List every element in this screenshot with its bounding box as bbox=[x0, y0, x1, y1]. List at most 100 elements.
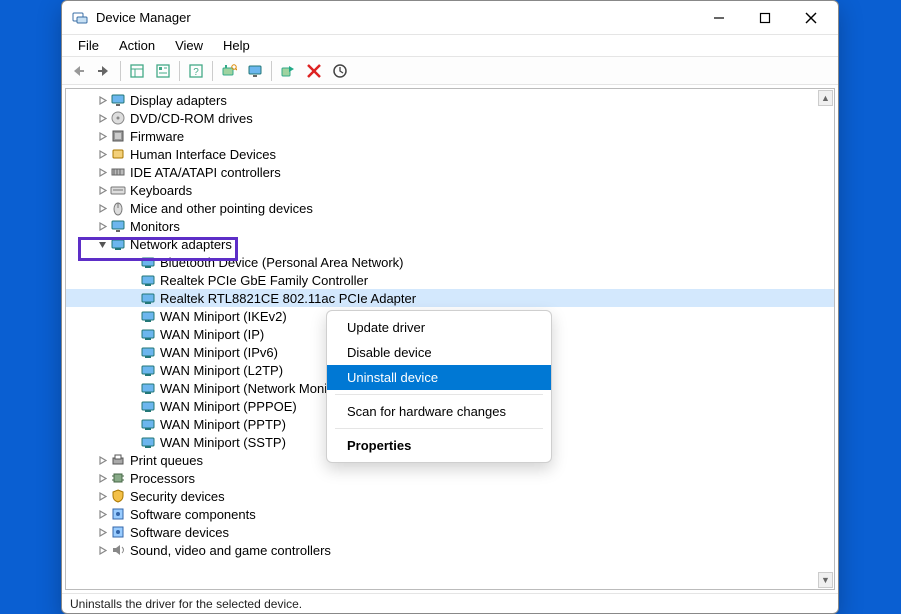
expand-icon bbox=[126, 292, 138, 304]
tree-item-net-0[interactable]: Bluetooth Device (Personal Area Network) bbox=[66, 253, 834, 271]
tree-item-label: Display adapters bbox=[130, 93, 227, 108]
tree-item-top-3[interactable]: Human Interface Devices bbox=[66, 145, 834, 163]
expand-icon bbox=[126, 346, 138, 358]
toolbar-separator bbox=[271, 61, 272, 81]
expand-icon[interactable] bbox=[96, 508, 108, 520]
properties-button[interactable] bbox=[151, 60, 175, 82]
toolbar-separator bbox=[179, 61, 180, 81]
tree-item-label: Human Interface Devices bbox=[130, 147, 276, 162]
show-hide-button[interactable] bbox=[125, 60, 149, 82]
tree-item-label: WAN Miniport (PPPOE) bbox=[160, 399, 297, 414]
expand-icon[interactable] bbox=[96, 220, 108, 232]
tree-item-top-5[interactable]: Keyboards bbox=[66, 181, 834, 199]
tree-item-net-2[interactable]: Realtek RTL8821CE 802.11ac PCIe Adapter bbox=[66, 289, 834, 307]
tree-item-bot-4[interactable]: Software devices bbox=[66, 523, 834, 541]
tree-item-label: WAN Miniport (IPv6) bbox=[160, 345, 278, 360]
net-icon bbox=[140, 308, 156, 324]
minimize-button[interactable] bbox=[696, 3, 742, 33]
expand-icon bbox=[126, 436, 138, 448]
context-menu-item[interactable]: Uninstall device bbox=[327, 365, 551, 390]
expand-icon[interactable] bbox=[96, 454, 108, 466]
tree-item-label: DVD/CD-ROM drives bbox=[130, 111, 253, 126]
tree-item-label: Print queues bbox=[130, 453, 203, 468]
tree-item-label: Security devices bbox=[130, 489, 225, 504]
tree-item-label: Sound, video and game controllers bbox=[130, 543, 331, 558]
expand-icon[interactable] bbox=[96, 184, 108, 196]
menu-file[interactable]: File bbox=[70, 37, 107, 54]
help-button[interactable]: ? bbox=[184, 60, 208, 82]
expand-icon[interactable] bbox=[96, 202, 108, 214]
tree-item-top-1[interactable]: DVD/CD-ROM drives bbox=[66, 109, 834, 127]
keyboard-icon bbox=[110, 182, 126, 198]
tree-item-network-adapters[interactable]: Network adapters bbox=[66, 235, 834, 253]
back-button[interactable] bbox=[66, 60, 90, 82]
menu-action[interactable]: Action bbox=[111, 37, 163, 54]
net-icon bbox=[140, 326, 156, 342]
expand-icon[interactable] bbox=[96, 148, 108, 160]
context-menu-separator bbox=[335, 428, 543, 429]
window-buttons bbox=[696, 3, 834, 33]
expand-icon[interactable] bbox=[96, 112, 108, 124]
expand-icon[interactable] bbox=[96, 130, 108, 142]
menu-view[interactable]: View bbox=[167, 37, 211, 54]
maximize-button[interactable] bbox=[742, 3, 788, 33]
close-button[interactable] bbox=[788, 3, 834, 33]
tree-item-top-0[interactable]: Display adapters bbox=[66, 91, 834, 109]
print-icon bbox=[110, 452, 126, 468]
uninstall-button[interactable] bbox=[302, 60, 326, 82]
tree-item-top-6[interactable]: Mice and other pointing devices bbox=[66, 199, 834, 217]
tree-item-bot-3[interactable]: Software components bbox=[66, 505, 834, 523]
expand-icon[interactable] bbox=[96, 472, 108, 484]
context-menu: Update driverDisable deviceUninstall dev… bbox=[326, 310, 552, 463]
titlebar: Device Manager bbox=[62, 1, 838, 35]
context-menu-item[interactable]: Properties bbox=[327, 433, 551, 458]
tree-item-net-1[interactable]: Realtek PCIe GbE Family Controller bbox=[66, 271, 834, 289]
status-text: Uninstalls the driver for the selected d… bbox=[70, 597, 302, 611]
expand-icon[interactable] bbox=[96, 166, 108, 178]
net-icon bbox=[140, 434, 156, 450]
tree-item-top-7[interactable]: Monitors bbox=[66, 217, 834, 235]
tree-item-label: WAN Miniport (SSTP) bbox=[160, 435, 286, 450]
tree-item-bot-5[interactable]: Sound, video and game controllers bbox=[66, 541, 834, 559]
update-button[interactable] bbox=[328, 60, 352, 82]
tree-item-bot-2[interactable]: Security devices bbox=[66, 487, 834, 505]
tree-item-top-4[interactable]: IDE ATA/ATAPI controllers bbox=[66, 163, 834, 181]
app-icon bbox=[72, 10, 88, 26]
status-bar: Uninstalls the driver for the selected d… bbox=[62, 593, 838, 613]
monitor-icon bbox=[110, 92, 126, 108]
scroll-down-button[interactable]: ▼ bbox=[818, 572, 833, 588]
soft-icon bbox=[110, 506, 126, 522]
context-menu-item[interactable]: Update driver bbox=[327, 315, 551, 340]
scroll-up-button[interactable]: ▲ bbox=[818, 90, 833, 106]
menu-help[interactable]: Help bbox=[215, 37, 258, 54]
tree-item-label: WAN Miniport (PPTP) bbox=[160, 417, 286, 432]
tree-item-bot-1[interactable]: Processors bbox=[66, 469, 834, 487]
enable-button[interactable] bbox=[276, 60, 300, 82]
expand-icon bbox=[126, 328, 138, 340]
net-icon bbox=[140, 416, 156, 432]
cpu-icon bbox=[110, 470, 126, 486]
expand-icon[interactable] bbox=[96, 490, 108, 502]
context-menu-item[interactable]: Scan for hardware changes bbox=[327, 399, 551, 424]
soft-icon bbox=[110, 524, 126, 540]
monitor-button[interactable] bbox=[243, 60, 267, 82]
expand-icon bbox=[126, 382, 138, 394]
tree-item-label: Keyboards bbox=[130, 183, 192, 198]
tree-item-label: Firmware bbox=[130, 129, 184, 144]
scan-button[interactable] bbox=[217, 60, 241, 82]
svg-text:?: ? bbox=[193, 67, 199, 78]
expand-icon[interactable] bbox=[96, 94, 108, 106]
ide-icon bbox=[110, 164, 126, 180]
tree-item-label: WAN Miniport (L2TP) bbox=[160, 363, 283, 378]
expand-icon[interactable] bbox=[96, 544, 108, 556]
expand-icon[interactable] bbox=[96, 238, 108, 250]
expand-icon[interactable] bbox=[96, 526, 108, 538]
forward-button[interactable] bbox=[92, 60, 116, 82]
tree-item-top-2[interactable]: Firmware bbox=[66, 127, 834, 145]
net-icon bbox=[140, 290, 156, 306]
context-menu-item[interactable]: Disable device bbox=[327, 340, 551, 365]
net-icon bbox=[140, 344, 156, 360]
firmware-icon bbox=[110, 128, 126, 144]
context-menu-separator bbox=[335, 394, 543, 395]
tree-item-label: IDE ATA/ATAPI controllers bbox=[130, 165, 281, 180]
